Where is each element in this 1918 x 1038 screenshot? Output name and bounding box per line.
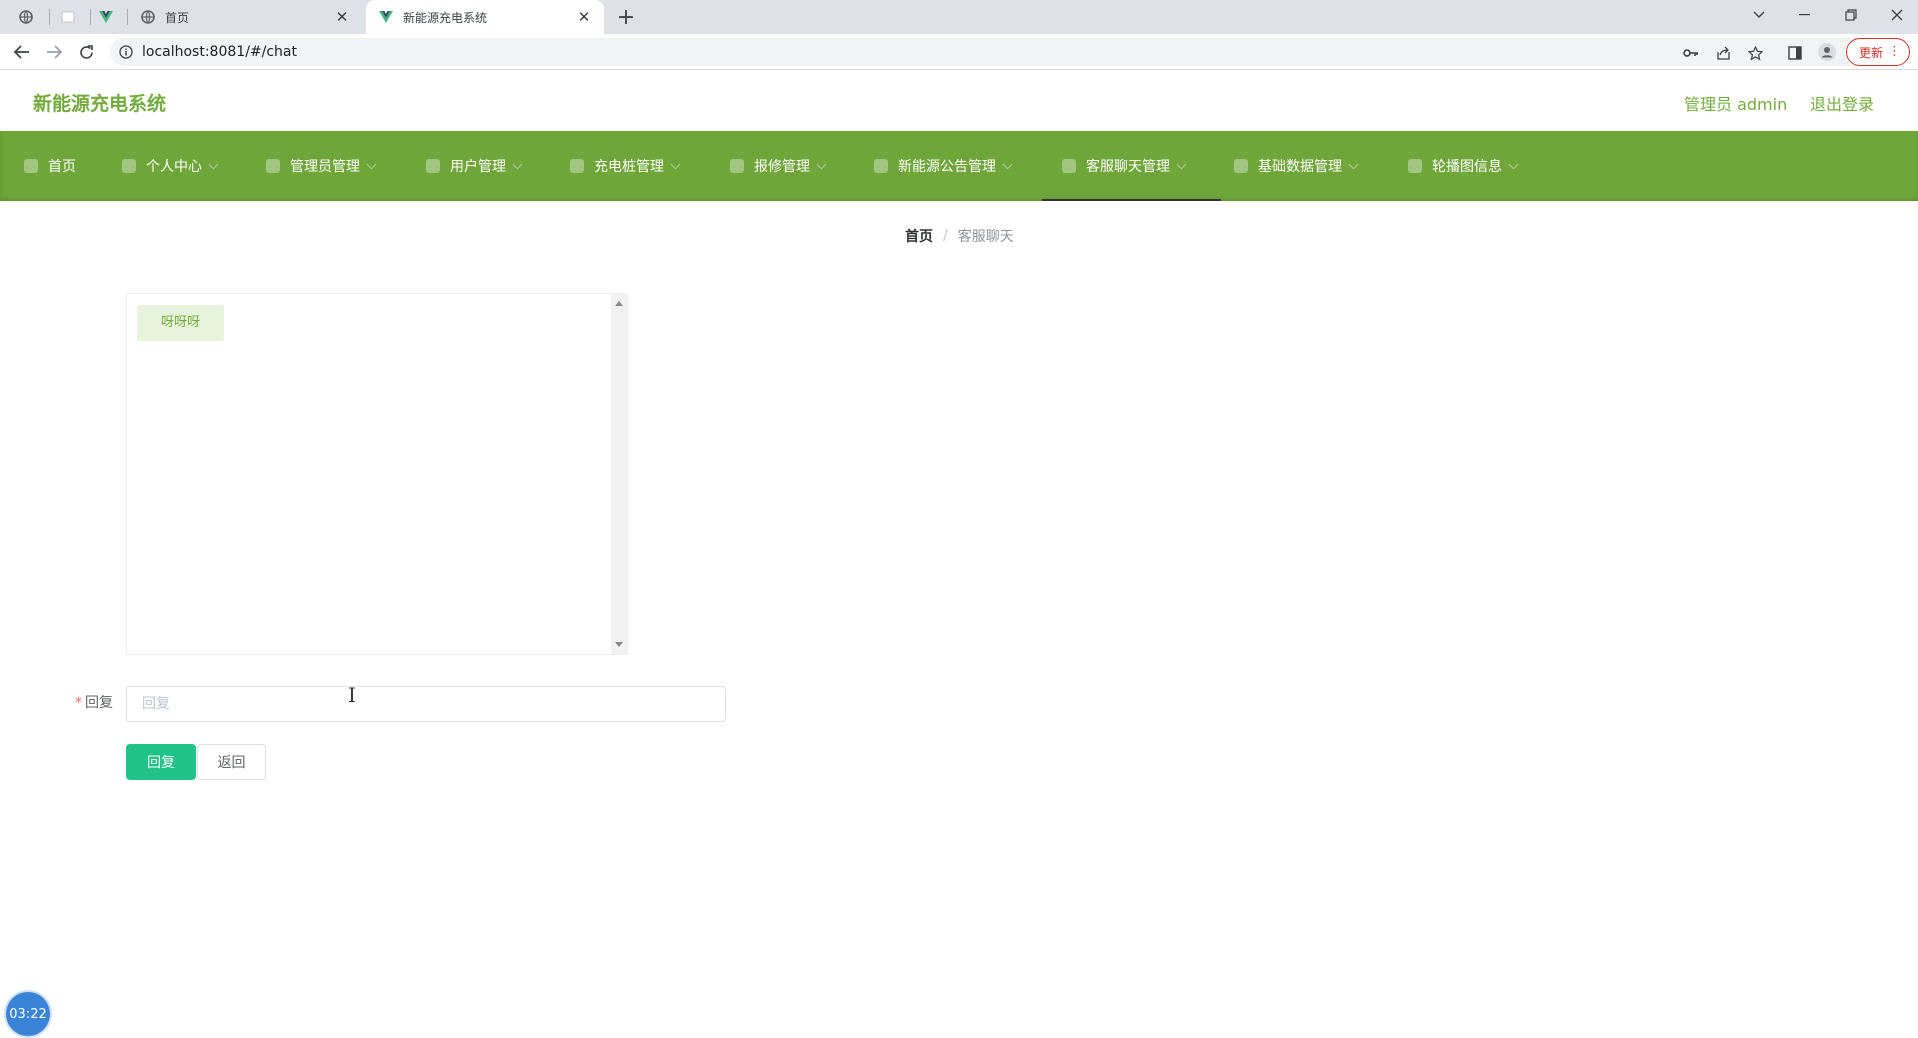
tab-search-chevron-icon[interactable] (1736, 0, 1782, 30)
chevron-down-icon (512, 159, 523, 169)
current-user-label: 管理员 admin (1684, 95, 1788, 114)
minimize-icon[interactable] (1782, 0, 1828, 30)
menu-item-label: 首页 (48, 159, 76, 175)
user-icon (122, 159, 136, 173)
notice-icon (874, 159, 888, 173)
menu-item-label: 用户管理 (450, 159, 506, 175)
new-tab-button[interactable]: + (612, 0, 640, 34)
chevron-down-icon (208, 159, 219, 169)
back-button[interactable]: 返回 (197, 744, 266, 780)
menu-item-personal-center[interactable]: 个人中心 (122, 131, 219, 201)
tab-title: 首页 (165, 10, 190, 25)
data-icon (1234, 159, 1248, 173)
menu-item-admin-management[interactable]: 管理员管理 (266, 131, 377, 201)
charger-icon (570, 159, 584, 173)
menu-item-label: 充电桩管理 (594, 159, 664, 175)
globe-icon (140, 9, 156, 25)
image-icon (1408, 159, 1422, 173)
menu-item-label: 新能源公告管理 (898, 159, 996, 175)
menu-item-user-management[interactable]: 用户管理 (426, 131, 523, 201)
profile-avatar-icon[interactable] (1818, 43, 1836, 61)
app-header: 新能源充电系统 管理员 admin 退出登录 (0, 71, 1918, 131)
chevron-down-icon (1002, 159, 1013, 169)
logout-link[interactable]: 退出登录 (1810, 91, 1874, 115)
address-bar[interactable]: localhost:8081/#/chat (110, 38, 1900, 66)
main-menu: 首页 个人中心 管理员管理 用户管理 充电桩管理 报修管理 新能源公告管理 客服… (0, 131, 1918, 201)
app-title: 新能源充电系统 (33, 93, 167, 115)
forward-arrow-icon[interactable] (40, 38, 68, 66)
close-icon[interactable]: ✕ (334, 8, 350, 26)
restore-icon[interactable] (1828, 0, 1874, 30)
more-vert-icon: ⋮ (1888, 44, 1901, 59)
menu-item-label: 基础数据管理 (1258, 159, 1342, 175)
globe-icon (19, 10, 33, 24)
chevron-down-icon (816, 159, 827, 169)
scroll-up-icon[interactable] (615, 301, 623, 306)
chat-message-bubble: 呀呀呀 (137, 305, 225, 341)
required-mark: * (75, 695, 82, 711)
chat-message-panel[interactable]: 呀呀呀 (126, 293, 628, 655)
reply-input[interactable] (126, 686, 726, 722)
blank-page-icon (61, 11, 75, 23)
url-text: localhost:8081/#/chat (142, 44, 297, 60)
vue-logo-icon (378, 9, 394, 25)
menu-item-label: 报修管理 (754, 159, 810, 175)
menu-item-carousel-info[interactable]: 轮播图信息 (1408, 131, 1519, 201)
repair-icon (730, 159, 744, 173)
tab-charging-system[interactable]: 新能源充电系统 ✕ (366, 0, 604, 34)
menu-item-label: 管理员管理 (290, 159, 360, 175)
key-icon[interactable] (1682, 44, 1700, 62)
pinned-tab-blank[interactable] (48, 0, 88, 34)
site-info-icon[interactable] (118, 44, 134, 60)
update-button[interactable]: 更新 ⋮ (1846, 38, 1910, 66)
scroll-down-icon[interactable] (615, 642, 623, 647)
window-close-icon[interactable] (1874, 0, 1918, 30)
reply-field-label: * 回复 (75, 692, 113, 712)
menu-item-repair-management[interactable]: 报修管理 (730, 131, 827, 201)
breadcrumb-separator: / (943, 228, 948, 244)
star-icon[interactable] (1746, 44, 1764, 62)
reply-label-text: 回复 (85, 695, 113, 711)
close-icon[interactable]: ✕ (576, 8, 592, 26)
chevron-down-icon (1508, 159, 1519, 169)
chevron-down-icon (1348, 159, 1359, 169)
menu-item-base-data-management[interactable]: 基础数据管理 (1234, 131, 1359, 201)
menu-item-charger-management[interactable]: 充电桩管理 (570, 131, 681, 201)
breadcrumb-current: 客服聊天 (957, 229, 1014, 245)
chevron-down-icon (366, 159, 377, 169)
menu-item-label: 个人中心 (146, 159, 202, 175)
browser-tabbar: 首页 ✕ 新能源充电系统 ✕ + (0, 0, 1918, 34)
tab-title: 新能源充电系统 (403, 10, 488, 25)
tab-home[interactable]: 首页 ✕ (128, 0, 362, 34)
reply-submit-button[interactable]: 回复 (126, 744, 196, 780)
admin-icon (266, 159, 280, 173)
chevron-down-icon (670, 159, 681, 169)
home-icon (24, 159, 38, 173)
breadcrumb-home[interactable]: 首页 (905, 226, 933, 246)
clock-badge: 03:22 (6, 992, 50, 1036)
pinned-tab-globe[interactable] (6, 0, 46, 34)
chat-icon (1062, 159, 1076, 173)
menu-item-label: 轮播图信息 (1432, 159, 1502, 175)
chat-scrollbar[interactable] (611, 294, 627, 654)
browser-toolbar: localhost:8081/#/chat 更新 ⋮ (0, 34, 1918, 70)
share-icon[interactable] (1714, 44, 1732, 62)
back-arrow-icon[interactable] (8, 38, 36, 66)
pinned-tab-vue[interactable] (86, 0, 126, 34)
chevron-down-icon (1176, 159, 1187, 169)
menu-item-chat-management[interactable]: 客服聊天管理 (1042, 131, 1221, 201)
breadcrumb: 首页 / 客服聊天 (905, 226, 1014, 246)
users-icon (426, 159, 440, 173)
menu-item-label: 客服聊天管理 (1086, 159, 1170, 175)
vue-logo-icon (99, 11, 113, 23)
update-label: 更新 (1859, 45, 1884, 60)
side-panel-icon[interactable] (1786, 44, 1804, 62)
menu-item-home[interactable]: 首页 (24, 131, 76, 201)
menu-item-notice-management[interactable]: 新能源公告管理 (874, 131, 1013, 201)
reload-icon[interactable] (72, 38, 100, 66)
